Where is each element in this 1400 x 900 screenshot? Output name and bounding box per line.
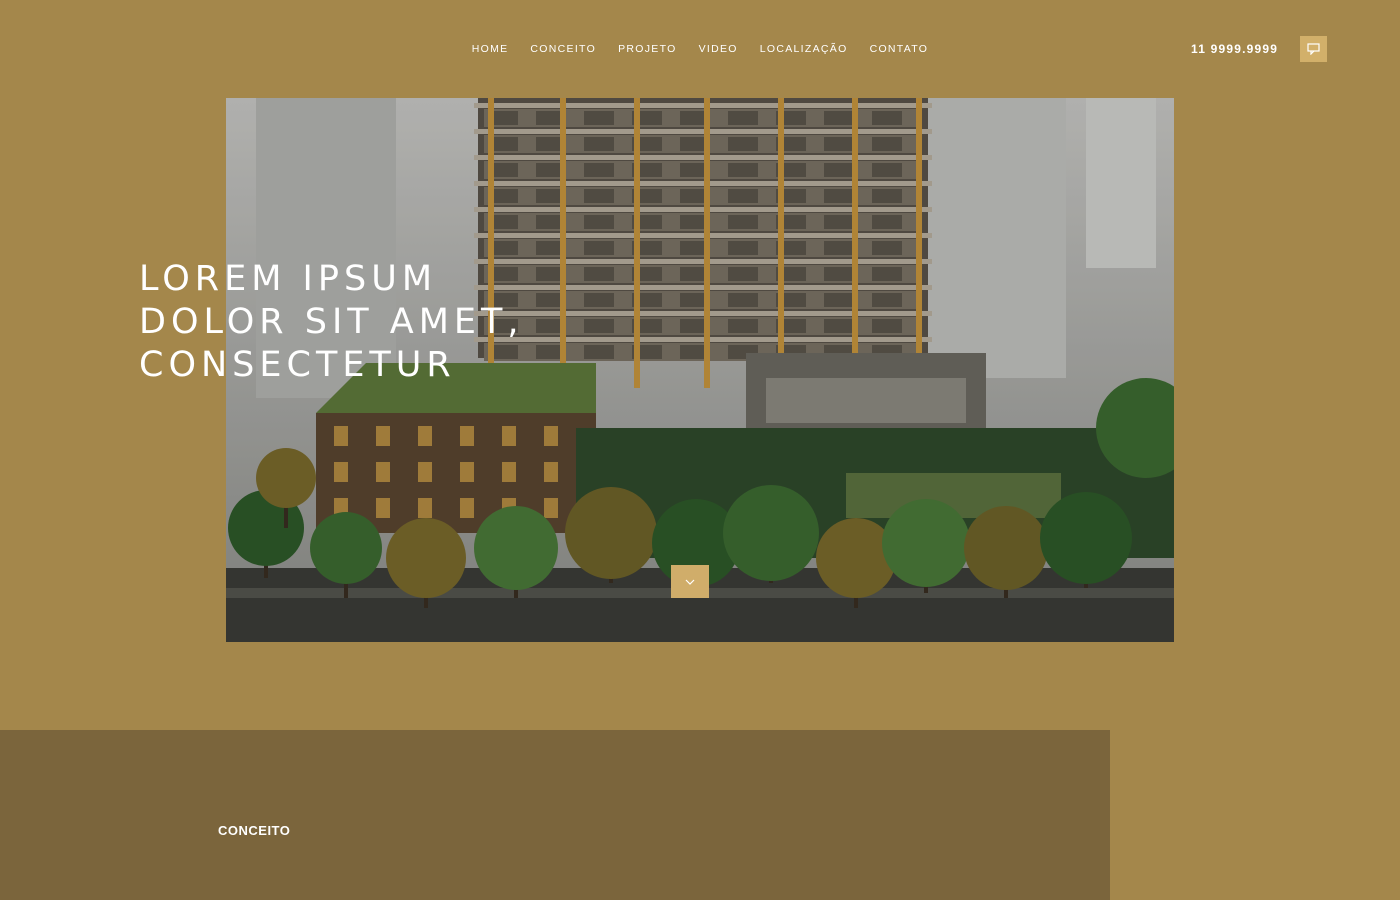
- phone-number[interactable]: 11 9999.9999: [1191, 42, 1278, 56]
- hero-headline-line: DOLOR SIT AMET,: [139, 302, 524, 342]
- hero-headline: LOREM IPSUM DOLOR SIT AMET, CONSECTETUR: [139, 258, 524, 387]
- nav-conceito-link[interactable]: CONCEITO: [530, 42, 596, 58]
- main-nav: HOME CONCEITO PROJETO VIDEO LOCALIZAÇÃO …: [0, 42, 1400, 58]
- chat-bubble-icon: [1307, 43, 1320, 55]
- nav-video-link[interactable]: VIDEO: [699, 42, 738, 58]
- nav-projeto-link[interactable]: PROJETO: [618, 42, 677, 58]
- chevron-down-icon: [685, 579, 695, 585]
- hero-headline-line: CONSECTETUR: [139, 345, 456, 385]
- nav-localizacao-link[interactable]: LOCALIZAÇÃO: [760, 42, 848, 58]
- conceito-section: CONCEITO: [0, 730, 1110, 900]
- nav-home-link[interactable]: HOME: [472, 42, 509, 58]
- scroll-down-button[interactable]: [671, 565, 709, 598]
- chat-button[interactable]: [1300, 36, 1327, 62]
- hero-headline-line: LOREM IPSUM: [139, 259, 438, 299]
- section-title: CONCEITO: [218, 823, 291, 838]
- nav-contato-link[interactable]: CONTATO: [870, 42, 929, 58]
